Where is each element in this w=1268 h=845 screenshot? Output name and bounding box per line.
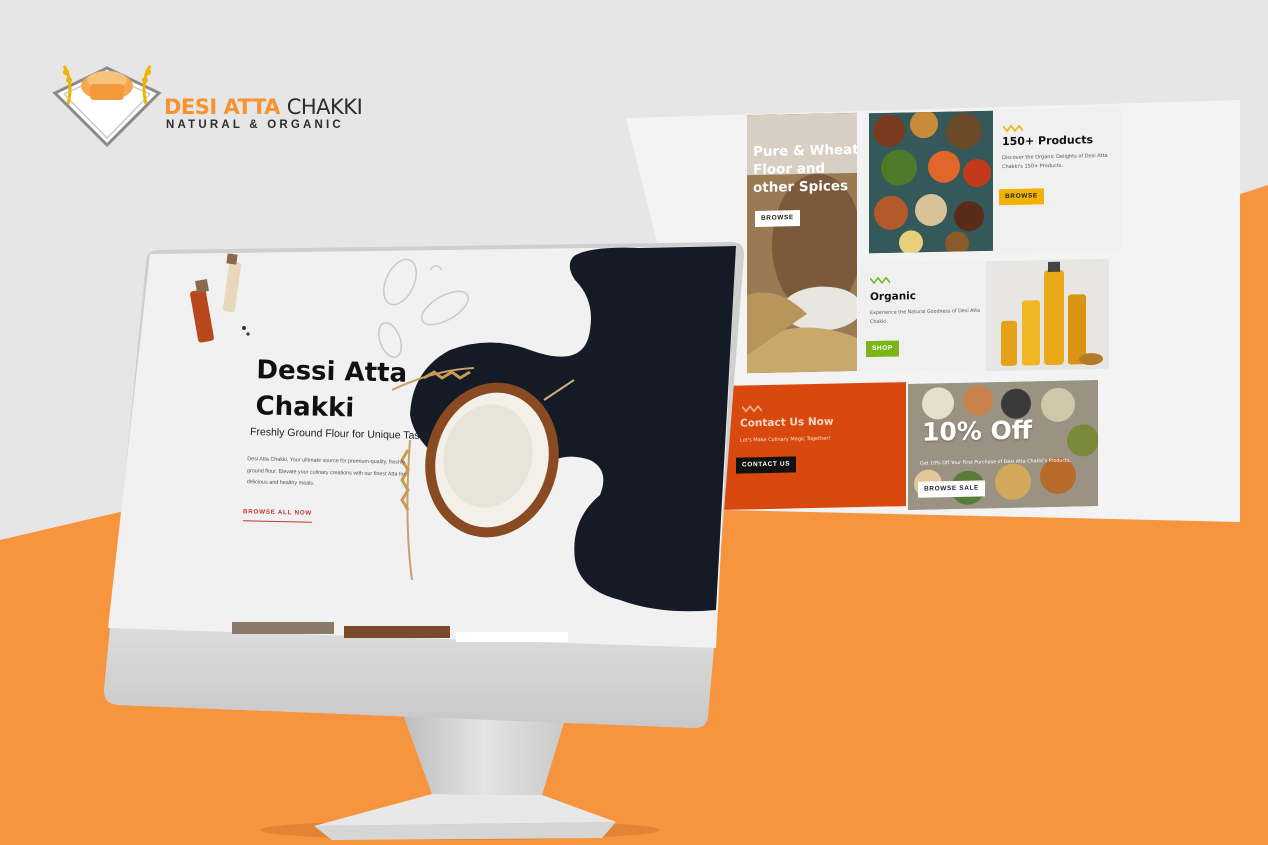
hero-description: Desi Atta Chakki, Your ultimate source f… — [246, 456, 406, 487]
hero-title: Dessi Atta Chakki — [255, 352, 407, 427]
monitor-screen: Dessi Atta Chakki Freshly Ground Flour f… — [0, 0, 1268, 845]
seed-sketch-icon — [378, 258, 470, 359]
browse-all-now-link[interactable]: BROWSE ALL NOW — [242, 508, 313, 523]
hero-title-line2: Chakki — [255, 391, 355, 424]
hero-title-line1: Dessi Atta — [256, 355, 408, 389]
spice-bottle-image — [190, 253, 250, 343]
wheat-stalk-icon — [391, 367, 575, 581]
